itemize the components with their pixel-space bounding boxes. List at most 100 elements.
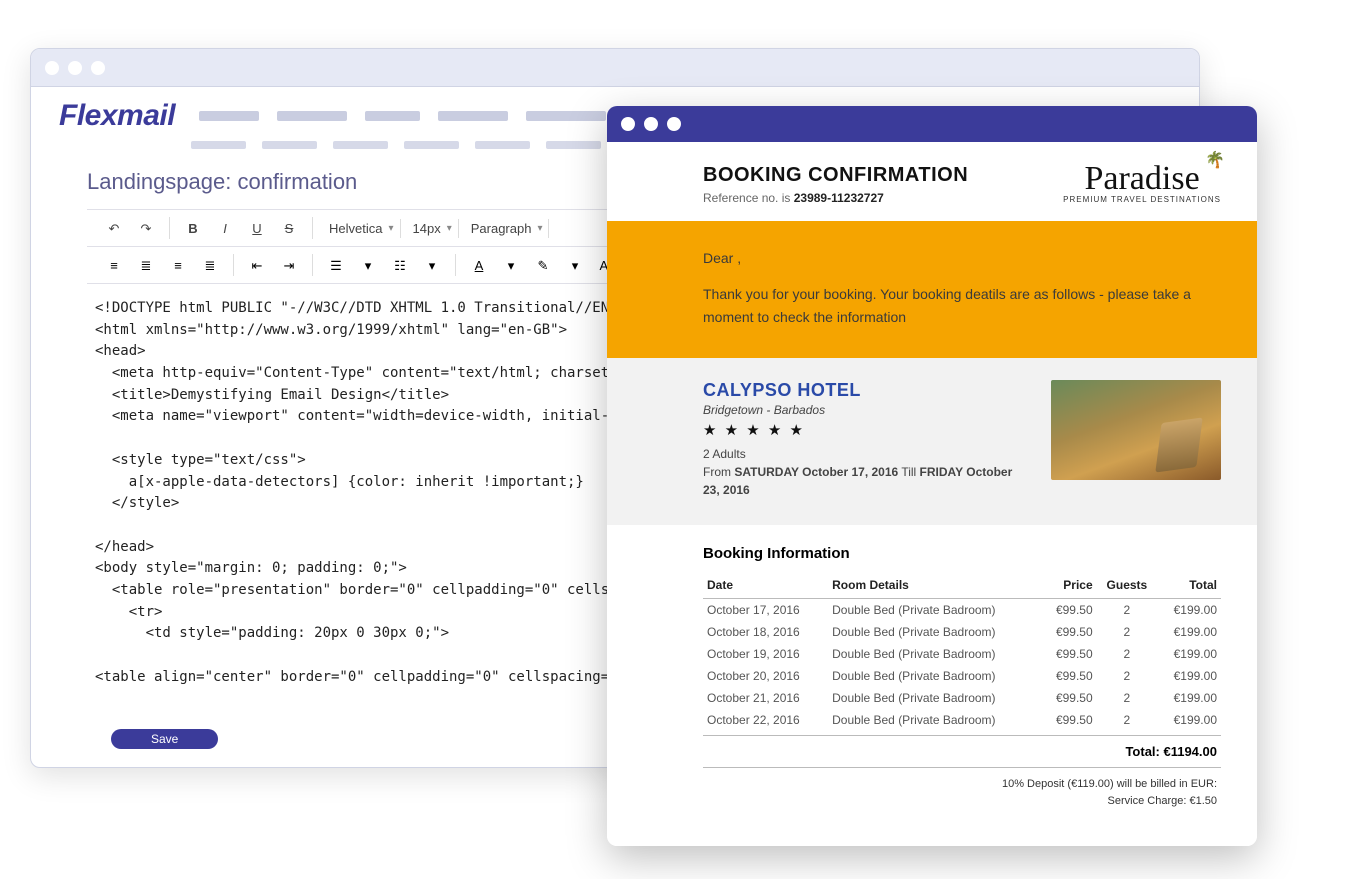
hotel-stars: ★ ★ ★ ★ ★: [703, 421, 1027, 439]
cell-total: €199.00: [1157, 665, 1221, 687]
cell-total: €199.00: [1157, 599, 1221, 622]
cell-date: October 19, 2016: [703, 643, 828, 665]
booking-table: Date Room Details Price Guests Total Oct…: [703, 572, 1221, 736]
table-row: October 17, 2016Double Bed (Private Badr…: [703, 599, 1221, 622]
palm-icon: 🌴: [1205, 154, 1225, 168]
col-total: Total: [1157, 572, 1221, 599]
booking-footnotes: 10% Deposit (€119.00) will be billed in …: [703, 768, 1221, 809]
booking-heading: Booking Information: [703, 545, 1221, 562]
col-room: Room Details: [828, 572, 1041, 599]
brand-logo: Flexmail: [59, 99, 175, 133]
cell-price: €99.50: [1041, 687, 1097, 709]
cell-room: Double Bed (Private Badroom): [828, 687, 1041, 709]
cell-room: Double Bed (Private Badroom): [828, 665, 1041, 687]
outdent-button[interactable]: ⇤: [244, 253, 270, 277]
intro-body: Thank you for your booking. Your booking…: [703, 283, 1211, 328]
save-button[interactable]: Save: [111, 729, 218, 749]
brand-logo: Paradise 🌴 PREMIUM TRAVEL DESTINATIONS: [1063, 164, 1221, 204]
block-format-select[interactable]: Paragraph ▾: [465, 219, 550, 238]
window-dot[interactable]: [68, 61, 82, 75]
preview-window: BOOKING CONFIRMATION Reference no. is 23…: [607, 106, 1257, 846]
align-center-button[interactable]: ≣: [133, 253, 159, 277]
cell-date: October 21, 2016: [703, 687, 828, 709]
cell-total: €199.00: [1157, 687, 1221, 709]
cell-price: €99.50: [1041, 709, 1097, 736]
cell-guests: 2: [1097, 709, 1157, 736]
intro-block: Dear , Thank you for your booking. Your …: [607, 221, 1257, 358]
editor-titlebar: [31, 49, 1199, 87]
strike-button[interactable]: S: [276, 216, 302, 240]
table-row: October 22, 2016Double Bed (Private Badr…: [703, 709, 1221, 736]
booking-table-block: Booking Information Date Room Details Pr…: [607, 525, 1257, 819]
align-justify-button[interactable]: ≣: [197, 253, 223, 277]
col-guests: Guests: [1097, 572, 1157, 599]
reference-label: Reference no. is: [703, 191, 794, 205]
brand-name-text: Paradise: [1084, 160, 1199, 197]
hotel-name: CALYPSO HOTEL: [703, 380, 1027, 401]
window-dot[interactable]: [91, 61, 105, 75]
cell-guests: 2: [1097, 687, 1157, 709]
preview-body: BOOKING CONFIRMATION Reference no. is 23…: [607, 142, 1257, 846]
table-row: October 21, 2016Double Bed (Private Badr…: [703, 687, 1221, 709]
cell-room: Double Bed (Private Badroom): [828, 709, 1041, 736]
list-style-button[interactable]: ▾: [355, 253, 381, 277]
underline-button[interactable]: U: [244, 216, 270, 240]
cell-date: October 18, 2016: [703, 621, 828, 643]
font-size-select[interactable]: 14px ▾: [407, 219, 459, 238]
cell-price: €99.50: [1041, 599, 1097, 622]
till-label: Till: [898, 465, 919, 479]
cell-total: €199.00: [1157, 643, 1221, 665]
align-left-button[interactable]: ≡: [101, 253, 127, 277]
greeting: Dear ,: [703, 247, 1211, 269]
unordered-list-button[interactable]: ☷: [387, 253, 413, 277]
hotel-meta: 2 Adults From SATURDAY October 17, 2016 …: [703, 445, 1027, 499]
font-family-select[interactable]: Helvetica ▾: [323, 219, 401, 238]
cell-total: €199.00: [1157, 709, 1221, 736]
cell-room: Double Bed (Private Badroom): [828, 621, 1041, 643]
cell-total: €199.00: [1157, 621, 1221, 643]
redo-button[interactable]: ↷: [133, 216, 159, 240]
indent-button[interactable]: ⇥: [276, 253, 302, 277]
from-label: From: [703, 465, 734, 479]
window-dot[interactable]: [621, 117, 635, 131]
hotel-dates: From SATURDAY October 17, 2016 Till FRID…: [703, 463, 1027, 499]
window-dot[interactable]: [667, 117, 681, 131]
chevron-down-icon: ▾: [388, 223, 393, 234]
chevron-down-icon: ▾: [447, 223, 452, 234]
ordered-list-button[interactable]: ☰: [323, 253, 349, 277]
hotel-location: Bridgetown - Barbados: [703, 403, 1027, 417]
cell-guests: 2: [1097, 665, 1157, 687]
font-size-label: 14px: [413, 221, 441, 236]
cell-room: Double Bed (Private Badroom): [828, 643, 1041, 665]
table-row: October 19, 2016Double Bed (Private Badr…: [703, 643, 1221, 665]
table-row: October 20, 2016Double Bed (Private Badr…: [703, 665, 1221, 687]
hotel-guests: 2 Adults: [703, 445, 1027, 463]
align-right-button[interactable]: ≡: [165, 253, 191, 277]
cell-date: October 22, 2016: [703, 709, 828, 736]
grand-total: Total: €1194.00: [703, 736, 1221, 768]
confirmation-title: BOOKING CONFIRMATION: [703, 164, 968, 187]
deposit-line: 10% Deposit (€119.00) will be billed in …: [707, 776, 1217, 793]
from-value: SATURDAY October 17, 2016: [734, 465, 898, 479]
cell-guests: 2: [1097, 643, 1157, 665]
reference-line: Reference no. is 23989-11232727: [703, 191, 968, 205]
cell-guests: 2: [1097, 621, 1157, 643]
highlight-more-button[interactable]: ▾: [562, 253, 588, 277]
italic-button[interactable]: I: [212, 216, 238, 240]
cell-price: €99.50: [1041, 621, 1097, 643]
font-family-label: Helvetica: [329, 221, 382, 236]
col-date: Date: [703, 572, 828, 599]
cell-date: October 17, 2016: [703, 599, 828, 622]
undo-button[interactable]: ↶: [101, 216, 127, 240]
text-color-more-button[interactable]: ▾: [498, 253, 524, 277]
window-dot[interactable]: [45, 61, 59, 75]
highlight-button[interactable]: ✎: [530, 253, 556, 277]
table-row: October 18, 2016Double Bed (Private Badr…: [703, 621, 1221, 643]
cell-date: October 20, 2016: [703, 665, 828, 687]
list-style2-button[interactable]: ▾: [419, 253, 445, 277]
brand-name: Paradise 🌴: [1063, 164, 1221, 195]
text-color-button[interactable]: A: [466, 253, 492, 277]
hotel-image: [1051, 380, 1221, 480]
window-dot[interactable]: [644, 117, 658, 131]
bold-button[interactable]: B: [180, 216, 206, 240]
